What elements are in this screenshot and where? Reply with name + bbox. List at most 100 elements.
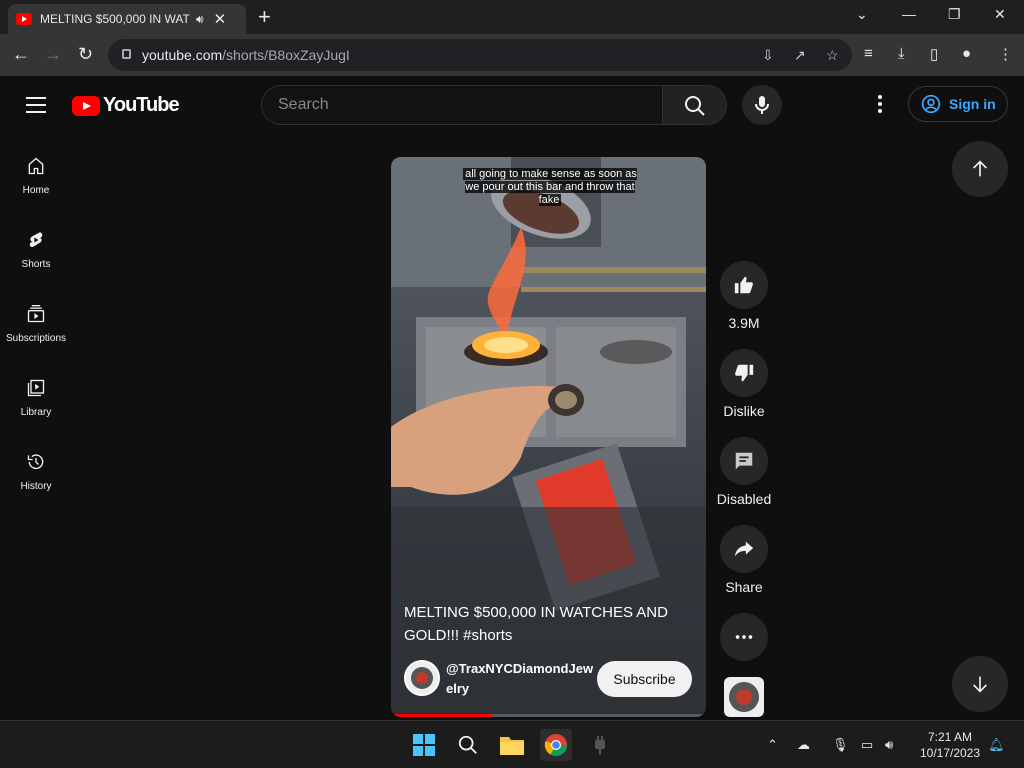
dislike-button[interactable] (720, 349, 768, 397)
share-page-icon[interactable]: ↗ (794, 47, 806, 64)
previous-short-button[interactable] (952, 141, 1008, 197)
windows-taskbar: ⌃ ☁ 🎙︎ ▭ 🔊︎ 7:21 AM 10/17/2023 🔔︎ (0, 720, 1024, 768)
new-tab-button[interactable]: + (258, 6, 271, 28)
dislike-label: Dislike (723, 403, 765, 419)
comment-icon (735, 452, 753, 470)
account-icon (921, 94, 941, 114)
sidebar-item-subscriptions[interactable]: Subscriptions (0, 304, 72, 378)
search-input[interactable] (278, 96, 638, 114)
thumbs-down-icon (735, 364, 754, 382)
share-button[interactable] (720, 525, 768, 573)
channel-avatar[interactable] (404, 660, 440, 696)
profile-icon[interactable]: ● (962, 45, 971, 62)
bookmark-star-icon[interactable]: ☆ (826, 47, 839, 64)
taskbar-search-button[interactable] (452, 729, 484, 761)
start-button[interactable] (408, 729, 440, 761)
subscribe-button[interactable]: Subscribe (597, 661, 692, 697)
sidebar-item-shorts[interactable]: Shorts (0, 230, 72, 304)
sidebar-item-library[interactable]: Library (0, 378, 72, 452)
channel-logo-icon (406, 662, 438, 694)
subscriptions-icon (27, 305, 45, 323)
share-icon (734, 541, 754, 557)
sidebar-item-home[interactable]: Home (0, 156, 72, 230)
history-icon (27, 454, 44, 470)
microphone-icon (755, 96, 769, 114)
chrome-taskbar-button[interactable] (540, 729, 572, 761)
clock-date: 10/17/2023 (919, 746, 981, 760)
channel-name[interactable]: @TraxNYCDiamondJewelry (446, 659, 598, 699)
video-progress-bar[interactable] (391, 714, 706, 717)
folder-icon (500, 737, 524, 755)
like-button[interactable] (720, 261, 768, 309)
notification-bell-icon[interactable]: 🔔︎ (988, 737, 1005, 753)
search-icon (458, 735, 477, 754)
reading-list-icon[interactable]: ≡ (864, 45, 873, 62)
side-panel-icon[interactable]: ▯ (930, 45, 938, 63)
taskbar-clock[interactable]: 7:21 AM 10/17/2023 (918, 729, 982, 761)
close-tab-icon[interactable]: ✕ (214, 10, 227, 28)
onedrive-icon[interactable]: ☁ (797, 737, 810, 753)
settings-menu-icon[interactable] (874, 95, 886, 116)
downloads-icon[interactable]: ⤓ (898, 45, 905, 62)
restore-button[interactable]: ❐ (948, 6, 961, 23)
short-video-player[interactable]: all going to make sense as soon as we po… (391, 157, 706, 717)
search-icon (685, 96, 705, 116)
window-close-button[interactable]: ✕ (994, 6, 1006, 23)
more-action (720, 613, 768, 661)
short-title[interactable]: MELTING $500,000 IN WATCHES AND GOLD!!! … (404, 601, 694, 647)
browser-toolbar: ← → ↻ youtube.com/shorts/B8oxZayJugI ⇩ ↗… (0, 34, 1024, 76)
minimize-button[interactable]: — (902, 6, 916, 22)
comments-label: Disabled (716, 491, 772, 507)
channel-logo-icon (729, 682, 759, 712)
share-label: Share (725, 579, 763, 595)
youtube-logo[interactable]: YouTube (72, 94, 180, 117)
network-icon[interactable]: ▭ (861, 737, 873, 753)
arrow-down-icon (972, 676, 988, 693)
next-short-button[interactable] (952, 656, 1008, 712)
library-icon (27, 379, 45, 397)
speaker-icon[interactable]: 🔊︎ (196, 12, 204, 27)
dislike-action: Dislike (720, 349, 768, 419)
volume-icon[interactable]: 🔊︎ (885, 737, 893, 753)
sign-in-button[interactable]: Sign in (908, 86, 1008, 122)
search-box (261, 85, 663, 125)
sidebar-item-history[interactable]: History (0, 452, 72, 526)
more-options-button[interactable] (720, 613, 768, 661)
tab-title: MELTING $500,000 IN WATCHES AND GOLD!!! … (40, 12, 190, 26)
tray-microphone-icon[interactable]: 🎙︎ (832, 737, 849, 753)
thumbs-up-icon (734, 276, 753, 294)
url-text: youtube.com/shorts/B8oxZayJugI (142, 47, 350, 63)
more-horizontal-icon (735, 635, 753, 639)
search-button[interactable] (663, 85, 727, 125)
back-button[interactable]: ← (12, 44, 30, 64)
chrome-menu-icon[interactable]: ⋮ (998, 45, 1013, 63)
like-action: 3.9M (720, 261, 768, 331)
plug-app-button[interactable] (584, 729, 616, 761)
clock-time: 7:21 AM (927, 730, 973, 744)
tab-search-icon[interactable]: ⌄ (856, 6, 868, 23)
lock-icon (122, 49, 131, 59)
reload-button[interactable]: ↻ (78, 44, 93, 64)
like-count: 3.9M (728, 315, 760, 331)
arrow-up-icon (972, 160, 988, 177)
share-action: Share (720, 525, 768, 595)
browser-tabstrip: MELTING $500,000 IN WATCHES AND GOLD!!! … (0, 0, 1024, 34)
home-icon (28, 157, 44, 175)
show-hidden-icons-icon[interactable]: ⌃ (767, 737, 778, 753)
chrome-icon (544, 734, 567, 756)
sound-thumbnail[interactable] (724, 677, 764, 717)
browser-tab[interactable]: MELTING $500,000 IN WATCHES AND GOLD!!! … (8, 4, 246, 34)
file-explorer-button[interactable] (496, 729, 528, 761)
voice-search-button[interactable] (742, 85, 782, 125)
forward-button[interactable]: → (44, 44, 62, 64)
youtube-favicon-icon (16, 13, 32, 25)
shorts-icon (29, 232, 43, 248)
youtube-play-logo-icon (72, 95, 100, 116)
windows-logo-icon (413, 734, 435, 756)
install-app-icon[interactable]: ⇩ (762, 47, 774, 64)
comments-action: Disabled (717, 437, 771, 507)
address-bar[interactable]: youtube.com/shorts/B8oxZayJugI ⇩ ↗ ☆ (108, 39, 852, 71)
video-progress-fill (391, 714, 492, 717)
comments-button[interactable] (720, 437, 768, 485)
menu-icon[interactable] (26, 97, 46, 118)
